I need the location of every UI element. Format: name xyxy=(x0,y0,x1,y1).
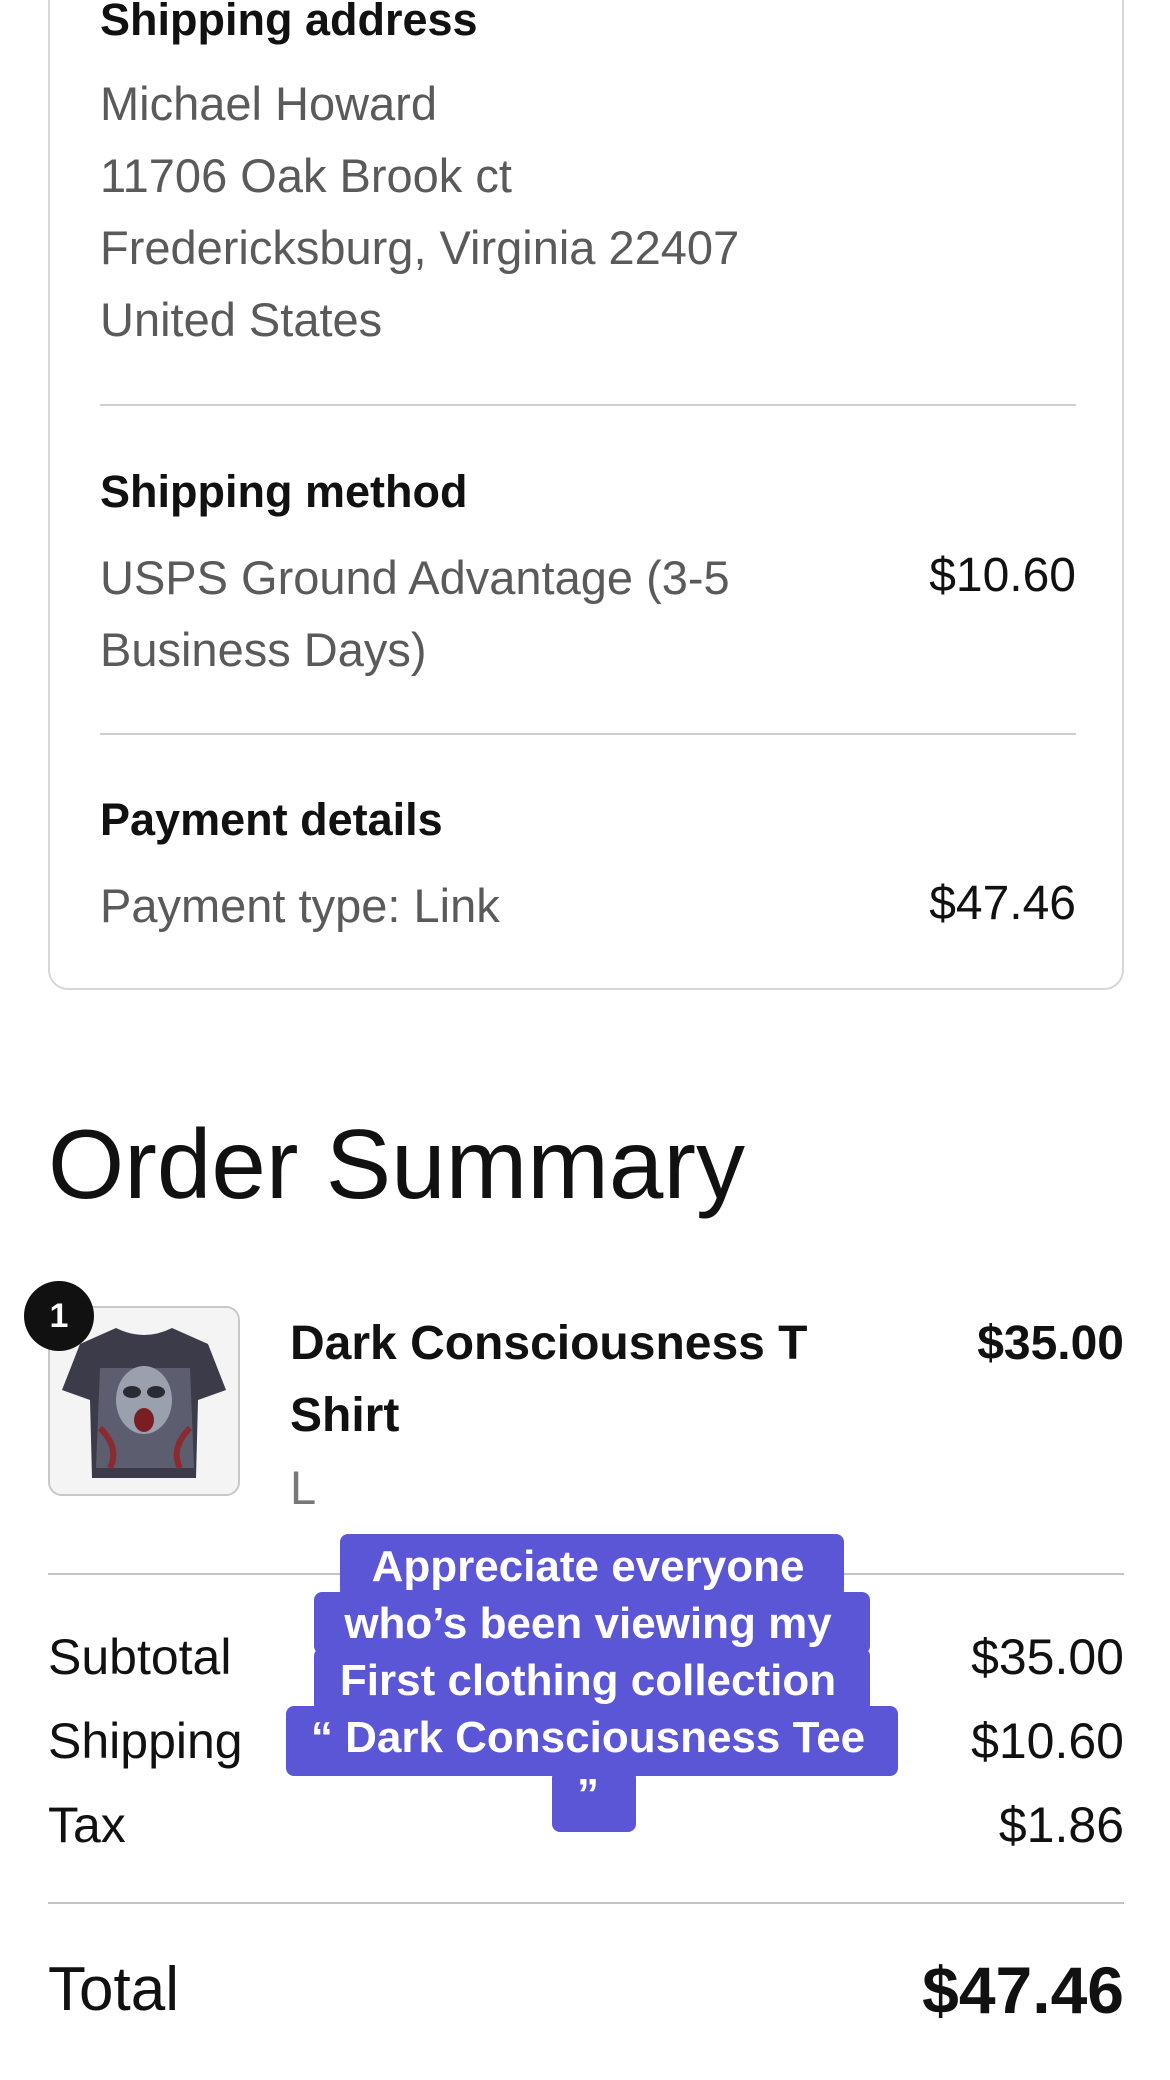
shipping-name: Michael Howard xyxy=(100,77,437,130)
caption-text: Appreciate everyone who’s been viewing m… xyxy=(268,1538,908,1823)
divider xyxy=(100,733,1076,735)
payment-type: Payment type: Link xyxy=(100,879,500,932)
shipping-country: United States xyxy=(100,293,383,346)
shipping-city: Fredericksburg, Virginia 22407 xyxy=(100,221,740,274)
caption-line: Appreciate everyone xyxy=(371,1542,805,1591)
shipping-street: 11706 Oak Brook ct xyxy=(100,149,512,202)
item-price: $35.00 xyxy=(977,1317,1124,1370)
caption-line: “ Dark Consciousness Tee xyxy=(310,1713,866,1762)
divider xyxy=(100,404,1076,406)
shipping-method-line2: Business Days) xyxy=(100,623,427,676)
divider xyxy=(48,1902,1124,1904)
payment-amount: $47.46 xyxy=(929,877,1076,930)
item-name-line2: Shirt xyxy=(290,1389,400,1442)
caption-line: First clothing collection xyxy=(339,1656,837,1705)
total-label: Total xyxy=(48,1955,179,2024)
caption-line: ” xyxy=(577,1770,599,1819)
subtotal-label: Subtotal xyxy=(48,1629,232,1685)
caption-line: who’s been viewing my xyxy=(344,1599,832,1648)
payment-details-title: Payment details xyxy=(100,794,443,845)
item-size: L xyxy=(290,1461,317,1514)
total-value: $47.46 xyxy=(922,1953,1124,2027)
item-name-line1: Dark Consciousness T xyxy=(290,1317,808,1370)
quantity-badge: 1 xyxy=(24,1281,94,1351)
tax-label: Tax xyxy=(48,1797,126,1853)
shipping-address-title: Shipping address xyxy=(100,0,478,45)
order-summary-title: Order Summary xyxy=(48,1109,746,1219)
shipping-method-title: Shipping method xyxy=(100,466,468,517)
shipping-method-price: $10.60 xyxy=(929,549,1076,602)
shipping-method-line1: USPS Ground Advantage (3-5 xyxy=(100,551,730,604)
shipping-label: Shipping xyxy=(48,1713,243,1769)
